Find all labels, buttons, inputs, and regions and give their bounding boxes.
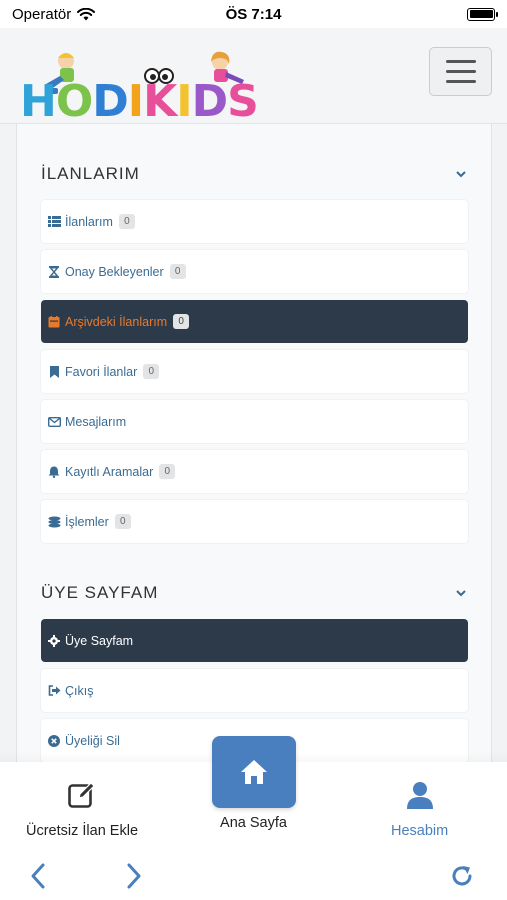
menu-item-kayitli-aramalar[interactable]: Kayıtlı Aramalar 0 xyxy=(41,450,468,493)
gear-icon xyxy=(47,634,61,648)
bell-icon xyxy=(47,465,61,479)
menu-item-label: İşlemler xyxy=(65,514,109,529)
back-arrow-icon[interactable] xyxy=(28,862,48,890)
section-header-ilanlarim[interactable]: İLANLARIM xyxy=(41,164,467,184)
menu-item-uye-sayfam[interactable]: Üye Sayfam xyxy=(41,619,468,662)
section-title: ÜYE SAYFAM xyxy=(41,583,159,602)
chevron-down-icon xyxy=(456,171,466,178)
menu-item-ilanlarim[interactable]: İlanlarım 0 xyxy=(41,200,468,243)
section-title: İLANLARIM xyxy=(41,164,140,183)
section-header-uye-sayfam[interactable]: ÜYE SAYFAM xyxy=(41,583,467,603)
menu-item-cikis[interactable]: Çıkış xyxy=(41,669,468,712)
home-label: Ana Sayfa xyxy=(220,815,287,831)
menu-item-mesajlarim[interactable]: Mesajlarım xyxy=(41,400,468,443)
count-badge: 0 xyxy=(159,464,176,479)
hourglass-icon xyxy=(47,265,61,279)
bookmark-icon xyxy=(47,365,61,379)
menu-item-onay-bekleyenler[interactable]: Onay Bekleyenler 0 xyxy=(41,250,468,293)
forward-arrow-icon[interactable] xyxy=(124,862,144,890)
site-logo[interactable]: HODIKIDS xyxy=(20,50,260,127)
menu-item-favori-ilanlar[interactable]: Favori İlanlar 0 xyxy=(41,350,468,393)
menu-item-label: İlanlarım xyxy=(65,214,113,229)
list-icon xyxy=(47,215,61,229)
user-icon xyxy=(406,782,433,809)
envelope-icon xyxy=(47,415,61,429)
menu-item-label: Onay Bekleyenler xyxy=(65,264,164,279)
battery-icon xyxy=(467,7,498,21)
menu-item-arsivdeki-ilanlarim[interactable]: Arşivdeki İlanlarım 0 xyxy=(41,300,468,343)
count-badge: 0 xyxy=(143,364,160,379)
sign-out-icon xyxy=(47,684,61,698)
hamburger-menu-button[interactable] xyxy=(429,47,492,96)
site-header: HODIKIDS xyxy=(0,28,507,127)
coins-icon xyxy=(47,515,61,529)
times-circle-icon xyxy=(47,734,61,748)
menu-item-label: Arşivdeki İlanlarım xyxy=(65,314,168,329)
carrier-label: Operatör xyxy=(12,5,72,23)
status-bar: Operatör ÖS 7:14 xyxy=(0,0,507,28)
chevron-down-icon xyxy=(456,590,466,597)
menu-item-label: Üyeliği Sil xyxy=(65,733,120,748)
count-badge: 0 xyxy=(173,314,190,329)
menu-item-islemler[interactable]: İşlemler 0 xyxy=(41,500,468,543)
count-badge: 0 xyxy=(114,514,131,529)
hamburger-icon xyxy=(445,60,476,63)
menu-item-label: Mesajlarım xyxy=(65,414,127,429)
home-button[interactable] xyxy=(212,736,296,808)
wifi-icon xyxy=(77,7,96,20)
account-menu-panel: İLANLARIM İlanlarım 0 Onay Bekleyenler 0… xyxy=(16,124,492,774)
refresh-icon[interactable] xyxy=(450,864,474,888)
menu-item-label: Üye Sayfam xyxy=(65,633,134,648)
archive-icon xyxy=(47,315,61,329)
menu-item-label: Çıkış xyxy=(65,683,94,698)
edit-icon xyxy=(68,782,95,808)
logo-wordmark: HODIKIDS xyxy=(20,76,259,127)
count-badge: 0 xyxy=(118,214,135,229)
count-badge: 0 xyxy=(169,264,186,279)
home-icon xyxy=(241,760,267,784)
menu-item-label: Favori İlanlar xyxy=(65,364,138,379)
menu-item-label: Kayıtlı Aramalar xyxy=(65,464,154,479)
